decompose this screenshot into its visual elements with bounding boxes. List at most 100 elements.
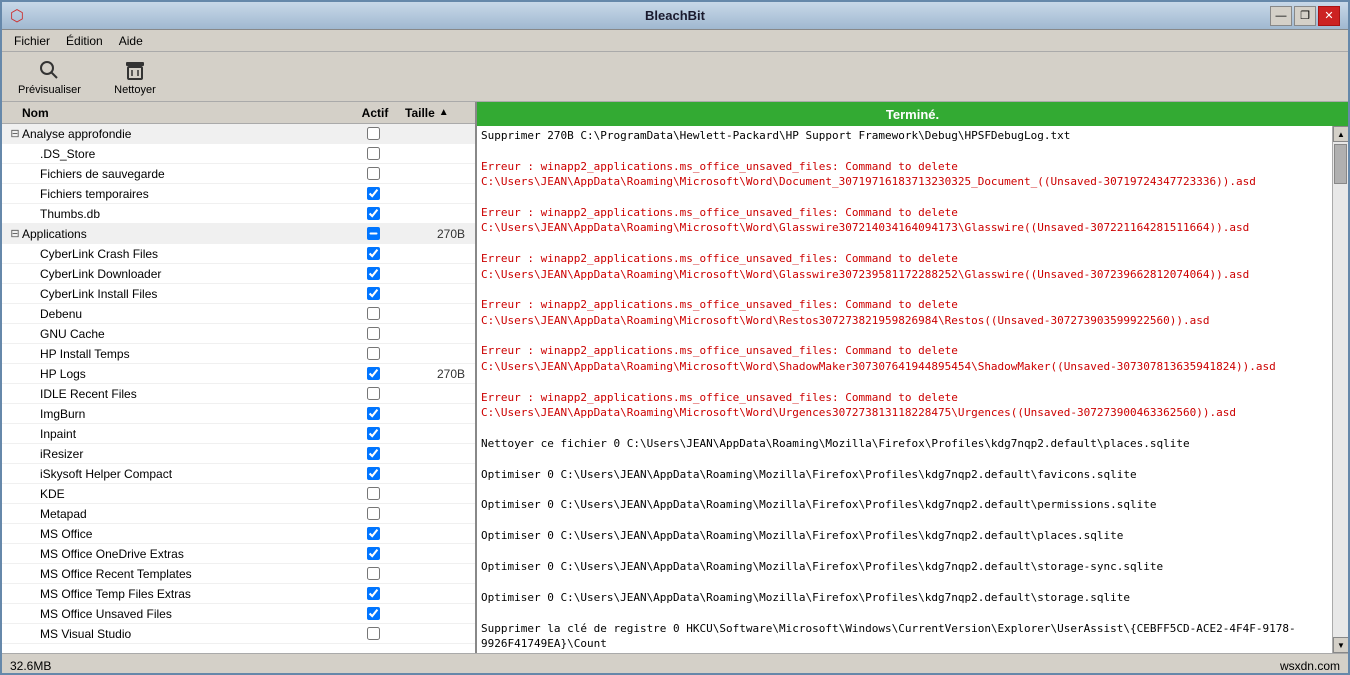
tree-checkbox-cell[interactable] [343,407,403,420]
tree-row[interactable]: ImgBurn [2,404,475,424]
log-line: Optimiser 0 C:\Users\JEAN\AppData\Roamin… [481,467,1328,482]
tree-checkbox-cell[interactable] [343,427,403,440]
checkbox-input[interactable] [367,547,380,560]
checkbox-input[interactable] [367,567,380,580]
tree-checkbox-cell[interactable] [343,247,403,260]
checkbox-input[interactable] [367,227,380,240]
tree-checkbox-cell[interactable] [343,467,403,480]
checkbox-input[interactable] [367,627,380,640]
tree-row[interactable]: iSkysoft Helper Compact [2,464,475,484]
tree-row[interactable]: iResizer [2,444,475,464]
tree-row[interactable]: ⊟Applications270B [2,224,475,244]
tree-checkbox-cell[interactable] [343,487,403,500]
tree-checkbox-cell[interactable] [343,387,403,400]
tree-checkbox-cell[interactable] [343,227,403,240]
menu-aide[interactable]: Aide [111,32,151,50]
checkbox-input[interactable] [367,167,380,180]
menu-fichier[interactable]: Fichier [6,32,58,50]
checkbox-input[interactable] [367,607,380,620]
tree-row[interactable]: CyberLink Downloader [2,264,475,284]
tree-checkbox-cell[interactable] [343,607,403,620]
tree-row[interactable]: MS Office [2,524,475,544]
tree-row[interactable]: .DS_Store [2,144,475,164]
tree-checkbox-cell[interactable] [343,587,403,600]
checkbox-input[interactable] [367,467,380,480]
tree-row[interactable]: MS Visual Studio [2,624,475,644]
checkbox-input[interactable] [367,407,380,420]
tree-checkbox-cell[interactable] [343,347,403,360]
tree-checkbox-cell[interactable] [343,307,403,320]
expand-icon[interactable]: ⊟ [8,227,22,240]
tree-item-label: MS Office OneDrive Extras [40,547,343,561]
tree-row[interactable]: Debenu [2,304,475,324]
tree-row[interactable]: IDLE Recent Files [2,384,475,404]
close-button[interactable]: ✕ [1318,6,1340,26]
tree-checkbox-cell[interactable] [343,547,403,560]
tree-checkbox-cell[interactable] [343,267,403,280]
tree-checkbox-cell[interactable] [343,287,403,300]
checkbox-input[interactable] [367,447,380,460]
expand-icon[interactable]: ⊟ [8,127,22,140]
checkbox-input[interactable] [367,147,380,160]
checkbox-input[interactable] [367,427,380,440]
tree-checkbox-cell[interactable] [343,207,403,220]
tree-item-label: Analyse approfondie [22,127,343,141]
scrollbar-track[interactable] [1333,142,1348,637]
checkbox-input[interactable] [367,587,380,600]
checkbox-input[interactable] [367,267,380,280]
checkbox-input[interactable] [367,127,380,140]
scrollbar-down-button[interactable]: ▼ [1333,637,1348,653]
checkbox-input[interactable] [367,527,380,540]
tree-checkbox-cell[interactable] [343,627,403,640]
tree-row[interactable]: Inpaint [2,424,475,444]
preview-button[interactable]: Prévisualiser [10,54,89,100]
tree-checkbox-cell[interactable] [343,167,403,180]
checkbox-input[interactable] [367,327,380,340]
scrollbar[interactable]: ▲ ▼ [1332,126,1348,653]
checkbox-input[interactable] [367,387,380,400]
checkbox-input[interactable] [367,507,380,520]
tree-checkbox-cell[interactable] [343,367,403,380]
tree-row[interactable]: Fichiers de sauvegarde [2,164,475,184]
tree-row[interactable]: KDE [2,484,475,504]
checkbox-input[interactable] [367,347,380,360]
checkbox-input[interactable] [367,207,380,220]
checkbox-input[interactable] [367,287,380,300]
tree-row[interactable]: GNU Cache [2,324,475,344]
menu-edition[interactable]: Édition [58,32,111,50]
tree-row[interactable]: CyberLink Install Files [2,284,475,304]
maximize-button[interactable]: ❐ [1294,6,1316,26]
tree-row[interactable]: Thumbs.db [2,204,475,224]
tree-checkbox-cell[interactable] [343,147,403,160]
tree-list[interactable]: ⊟Analyse approfondie.DS_StoreFichiers de… [2,124,475,653]
tree-checkbox-cell[interactable] [343,447,403,460]
checkbox-input[interactable] [367,307,380,320]
tree-checkbox-cell[interactable] [343,327,403,340]
checkbox-input[interactable] [367,247,380,260]
tree-checkbox-cell[interactable] [343,507,403,520]
tree-item-label: CyberLink Downloader [40,267,343,281]
scrollbar-up-button[interactable]: ▲ [1333,126,1348,142]
tree-row[interactable]: Fichiers temporaires [2,184,475,204]
tree-item-label: Fichiers de sauvegarde [40,167,343,181]
tree-row[interactable]: Metapad [2,504,475,524]
tree-checkbox-cell[interactable] [343,127,403,140]
tree-row[interactable]: CyberLink Crash Files [2,244,475,264]
scrollbar-thumb[interactable] [1334,144,1347,184]
tree-checkbox-cell[interactable] [343,527,403,540]
tree-row[interactable]: MS Office Temp Files Extras [2,584,475,604]
tree-row[interactable]: HP Install Temps [2,344,475,364]
tree-row[interactable]: HP Logs270B [2,364,475,384]
minimize-button[interactable]: — [1270,6,1292,26]
checkbox-input[interactable] [367,487,380,500]
tree-row[interactable]: ⊟Analyse approfondie [2,124,475,144]
right-panel: Terminé. Supprimer 270B C:\ProgramData\H… [477,102,1348,653]
checkbox-input[interactable] [367,187,380,200]
tree-row[interactable]: MS Office OneDrive Extras [2,544,475,564]
checkbox-input[interactable] [367,367,380,380]
clean-button[interactable]: Nettoyer [105,54,165,100]
tree-row[interactable]: MS Office Unsaved Files [2,604,475,624]
tree-row[interactable]: MS Office Recent Templates [2,564,475,584]
tree-checkbox-cell[interactable] [343,567,403,580]
tree-checkbox-cell[interactable] [343,187,403,200]
